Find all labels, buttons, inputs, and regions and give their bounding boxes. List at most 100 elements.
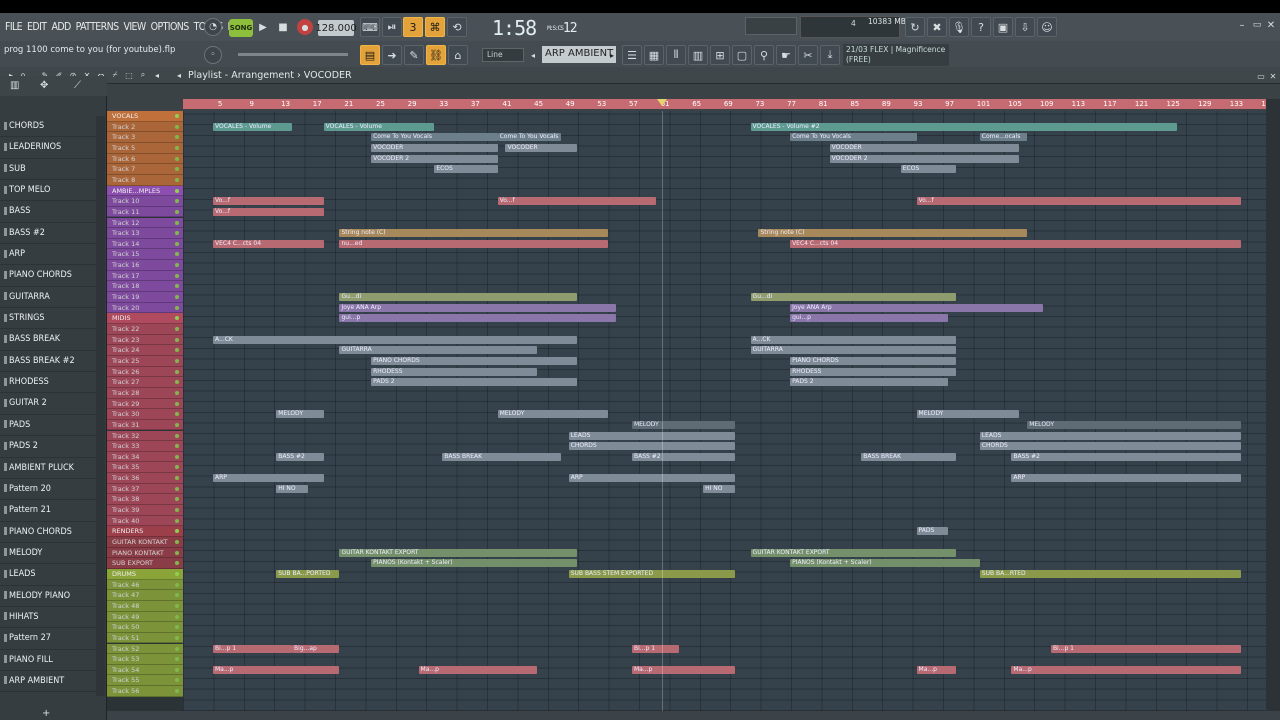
pattern-item[interactable]: BASS BREAK #2 (0, 351, 96, 373)
pattern-item[interactable]: LEADERINOS (0, 137, 96, 159)
track-header[interactable]: Track 38 (107, 494, 183, 506)
track-header[interactable]: SUB EXPORT (107, 558, 183, 569)
pattern-item[interactable]: ARP (0, 244, 96, 266)
pattern-item[interactable]: Pattern 20 (0, 479, 96, 501)
playlist-clip[interactable]: Bi...p 1 (631, 644, 680, 653)
arrow-left-icon[interactable]: ◂ (174, 70, 184, 80)
snap-selector[interactable]: Line (482, 48, 524, 62)
arrow-left-icon[interactable]: ◂ (528, 49, 538, 61)
track-enable-icon[interactable] (175, 571, 179, 576)
track-enable-icon[interactable] (175, 177, 179, 182)
playlist-clip[interactable]: GUITARRA (339, 346, 538, 355)
playlist-clip[interactable]: CHORDS (979, 442, 1241, 451)
playlist-clip[interactable]: RHODESS (790, 367, 957, 376)
track-header[interactable]: Track 32 (107, 430, 183, 442)
track-header[interactable]: Track 7 (107, 164, 183, 175)
playlist-clip[interactable]: MELODY (916, 410, 1020, 419)
track-header[interactable]: Track 26 (107, 366, 183, 378)
track-enable-icon[interactable] (175, 476, 179, 481)
playlist-clip[interactable]: A...CK (750, 335, 957, 344)
track-header[interactable]: Track 39 (107, 505, 183, 516)
typing-keyboard-icon[interactable]: ⌨ (360, 17, 380, 37)
track-enable-icon[interactable] (175, 380, 179, 385)
menu-edit[interactable]: EDIT (27, 21, 47, 33)
track-enable-icon[interactable] (175, 603, 179, 608)
maximize-icon[interactable]: ▭ (1256, 71, 1266, 81)
track-enable-icon[interactable] (175, 550, 179, 555)
track-enable-icon[interactable] (175, 518, 179, 523)
track-enable-icon[interactable] (175, 305, 179, 310)
download-icon[interactable]: ⤓ (820, 45, 840, 65)
track-header[interactable]: Track 23 (107, 334, 183, 346)
playlist-clip[interactable]: String note (C) (758, 229, 1028, 238)
track-header[interactable]: Track 37 (107, 483, 183, 495)
track-enable-icon[interactable] (175, 199, 179, 204)
track-enable-icon[interactable] (175, 593, 179, 598)
playlist-clip[interactable]: VEC4 C...cts 04 (790, 239, 1241, 248)
track-header[interactable]: Track 3 (107, 132, 183, 143)
arrow-right-icon[interactable]: ➜ (382, 45, 402, 65)
pattern-item[interactable]: PIANO CHORDS (0, 522, 96, 543)
playlist-clip[interactable]: Joye ANA Arp (790, 303, 1044, 312)
plugin-picker-icon[interactable]: ✖ (927, 17, 947, 37)
tempo-display[interactable]: 128.000 (315, 20, 357, 36)
track-header[interactable]: Track 5 (107, 142, 183, 154)
playlist-clip[interactable]: Ma...p (916, 665, 957, 674)
close-icon[interactable]: ✕ (1268, 71, 1278, 81)
track-enable-icon[interactable] (175, 678, 179, 683)
track-enable-icon[interactable] (175, 614, 179, 619)
track-header[interactable]: Track 56 (107, 686, 183, 697)
track-enable-icon[interactable] (175, 252, 179, 257)
track-header[interactable]: Track 20 (107, 302, 183, 314)
tools-icon[interactable]: ✂ (798, 45, 818, 65)
track-enable-icon[interactable] (175, 561, 179, 566)
playlist-clip[interactable]: VOCODER (371, 143, 498, 152)
playlist-clip[interactable]: MELODY (631, 420, 735, 429)
menu-add[interactable]: ADD (51, 21, 71, 33)
track-enable-icon[interactable] (175, 263, 179, 268)
brush-icon[interactable]: ✎ (404, 45, 424, 65)
pattern-item[interactable]: MELODY (0, 543, 96, 565)
track-enable-icon[interactable] (175, 646, 179, 651)
track-enable-icon[interactable] (175, 316, 179, 321)
help-icon[interactable]: ? (971, 17, 991, 37)
playlist-clip[interactable]: VOCALES - Volume (323, 122, 435, 131)
pattern-item[interactable]: PIANO CHORDS (0, 265, 96, 287)
playlist-clip[interactable]: GUITAR KONTAKT EXPORT (750, 548, 957, 557)
mixer-icon[interactable]: ⫴ (666, 45, 686, 65)
track-enable-icon[interactable] (175, 422, 179, 427)
track-enable-icon[interactable] (175, 327, 179, 331)
wait-for-input-icon[interactable]: ⏯ (382, 17, 402, 37)
pattern-item[interactable]: RHODESS (0, 372, 96, 394)
pattern-selector[interactable]: ARP AMBIENT (542, 46, 616, 63)
track-enable-icon[interactable] (175, 401, 179, 406)
playlist-scrollbar[interactable] (1266, 99, 1280, 711)
playlist-clip[interactable]: SUB BASS STEM EXPORTED (568, 569, 735, 578)
playlist-clip[interactable]: PIANO CHORDS (371, 356, 577, 365)
browser-tab-icon[interactable]: ▥ (10, 80, 19, 91)
plugin-icon[interactable]: ⚲ (754, 45, 774, 65)
track-enable-icon[interactable] (175, 231, 179, 236)
pattern-item[interactable]: SUB (0, 159, 96, 181)
playlist-clip[interactable]: LEADS (979, 431, 1241, 440)
playlist-clip[interactable]: Gu...di (750, 293, 957, 302)
master-pitch-slider[interactable] (238, 53, 348, 56)
link-icon[interactable]: ⛓ (426, 45, 446, 65)
refresh-icon[interactable]: ↻ (905, 17, 925, 37)
pattern-item[interactable]: AMBIENT PLUCK (0, 458, 96, 479)
playlist-clip[interactable]: ARP (1011, 474, 1241, 483)
track-header[interactable]: Track 8 (107, 174, 183, 186)
track-header[interactable]: Track 52 (107, 643, 183, 655)
pattern-item[interactable]: GUITARRA (0, 287, 96, 309)
track-header[interactable]: Track 10 (107, 196, 183, 207)
playlist-clip[interactable]: Ma...p (418, 665, 538, 674)
playlist-clip[interactable]: HI NO (703, 484, 735, 493)
track-header[interactable]: Track 14 (107, 238, 183, 250)
track-header[interactable]: Track 19 (107, 292, 183, 303)
track-header[interactable]: PIANO KONTAKT (107, 547, 183, 559)
track-header[interactable]: Track 50 (107, 622, 183, 633)
stop-button[interactable]: ■ (276, 20, 290, 34)
playlist-clip[interactable]: BASS BREAK (861, 452, 957, 461)
pattern-item[interactable]: Pattern 21 (0, 500, 96, 522)
track-enable-icon[interactable] (175, 657, 179, 662)
